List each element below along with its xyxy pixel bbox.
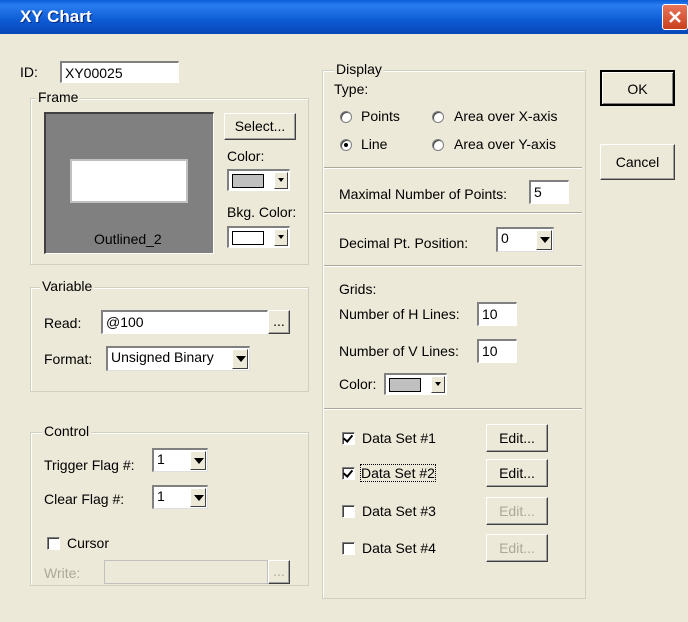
decimal-position-value: 0 [501,230,509,246]
data-set-4-edit-button[interactable]: Edit... [486,534,548,562]
clear-flag-value: 1 [157,488,165,504]
cursor-label: Cursor [67,535,110,551]
title-bar[interactable]: XY Chart [0,0,688,34]
close-icon [669,11,681,23]
frame-bkg-color-picker[interactable] [227,226,290,248]
write-input[interactable] [104,560,268,584]
data-set-4-label: Data Set #4 [362,540,436,556]
data-set-3-edit-button[interactable]: Edit... [486,497,548,525]
write-browse-button[interactable]: ... [268,560,290,584]
divider [324,265,582,267]
read-input[interactable]: @100 [101,310,268,334]
trigger-flag-label: Trigger Flag #: [44,457,135,473]
control-group-title: Control [42,423,92,439]
variable-group-title: Variable [40,278,95,294]
grids-label: Grids: [339,281,377,297]
divider [324,212,582,214]
h-lines-input[interactable]: 10 [477,302,517,326]
write-label: Write: [44,565,81,581]
data-set-2-edit-button[interactable]: Edit... [486,459,548,487]
type-radio-points[interactable] [340,111,352,123]
type-radio-area-x[interactable] [432,111,444,123]
cursor-checkbox[interactable] [47,537,60,550]
chevron-down-icon [190,488,206,507]
type-label: Type: [334,81,369,97]
chevron-down-icon [274,172,288,189]
data-set-1-edit-button[interactable]: Edit... [486,424,548,452]
data-set-3-checkbox[interactable] [342,505,355,518]
chevron-down-icon [190,451,206,470]
grid-color-swatch [389,378,421,392]
ok-button[interactable]: OK [600,70,675,106]
data-set-2-label: Data Set #2 [360,464,436,482]
variable-group [30,287,309,392]
divider [324,167,582,169]
chevron-down-icon [274,229,288,246]
frame-color-picker[interactable] [227,169,290,191]
grid-color-picker[interactable] [384,373,447,395]
read-label: Read: [44,315,82,331]
display-group-title: Display [334,61,384,77]
frame-bkg-color-label: Bkg. Color: [227,204,297,220]
chevron-down-icon [536,230,552,250]
h-lines-label: Number of H Lines: [339,306,460,322]
decimal-position-label: Decimal Pt. Position: [339,235,469,251]
max-points-input[interactable]: 5 [529,180,569,204]
trigger-flag-value: 1 [157,451,165,467]
v-lines-input[interactable]: 10 [477,339,517,363]
divider [324,408,582,410]
v-lines-label: Number of V Lines: [339,343,459,359]
frame-group-title: Frame [36,89,81,105]
id-label: ID: [20,64,38,80]
frame-preview: Outlined_2 [44,112,214,254]
id-input[interactable]: XY00025 [60,61,179,83]
decimal-position-select[interactable]: 0 [496,227,554,252]
clear-flag-select[interactable]: 1 [152,485,208,509]
data-set-3-label: Data Set #3 [362,503,436,519]
data-set-4-checkbox[interactable] [342,542,355,555]
type-points-label: Points [361,108,400,124]
type-area-x-label: Area over X-axis [454,108,558,124]
frame-color-swatch [232,174,264,188]
data-set-2-checkbox[interactable] [342,467,355,480]
xy-chart-dialog: XY Chart ID: XY00025 Frame Outlined_2 Se… [0,0,688,622]
frame-preview-box [70,159,188,203]
data-set-1-checkbox[interactable] [342,432,355,445]
window-title: XY Chart [20,7,92,26]
read-browse-button[interactable]: ... [268,310,290,334]
frame-color-label: Color: [227,148,265,164]
frame-bkg-color-swatch [232,231,264,245]
max-points-label: Maximal Number of Points: [339,186,508,202]
data-set-1-label: Data Set #1 [362,430,436,446]
trigger-flag-select[interactable]: 1 [152,448,208,472]
grid-color-label: Color: [339,376,377,392]
type-radio-area-y[interactable] [432,139,444,151]
format-label: Format: [44,351,93,367]
chevron-down-icon [431,376,445,393]
close-button[interactable] [662,4,688,30]
frame-preview-label: Outlined_2 [94,231,162,247]
frame-select-button[interactable]: Select... [224,113,296,140]
type-line-label: Line [361,136,388,152]
clear-flag-label: Clear Flag #: [44,491,125,507]
format-select-value: Unsigned Binary [111,349,214,365]
chevron-down-icon [232,349,248,369]
format-select[interactable]: Unsigned Binary [106,346,250,371]
cancel-button[interactable]: Cancel [600,144,675,180]
type-radio-line[interactable] [340,139,352,151]
type-area-y-label: Area over Y-axis [454,136,556,152]
